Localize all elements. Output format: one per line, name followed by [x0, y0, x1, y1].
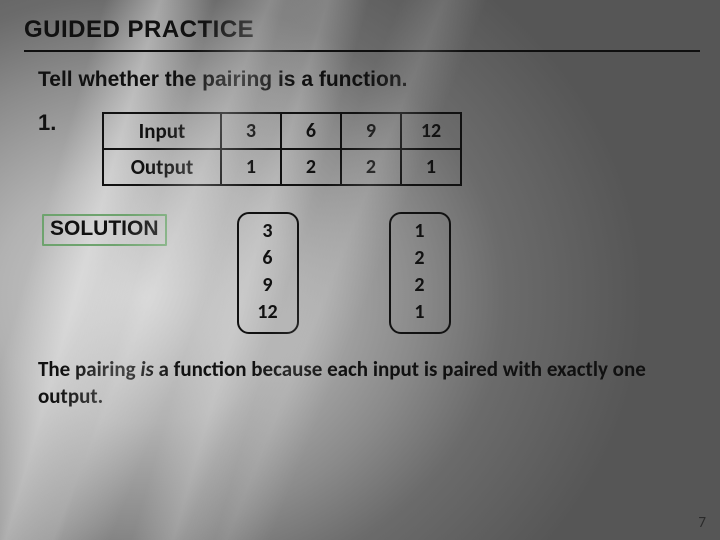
table-row: Input 3 6 9 12: [103, 113, 461, 149]
page-number: 7: [698, 514, 706, 532]
row-label-input: Input: [103, 113, 221, 149]
list-item: 12: [255, 299, 281, 326]
slide-title: GUIDED PRACTICE: [24, 16, 700, 44]
cell: 2: [341, 149, 401, 185]
explain-pre: The pairing: [38, 356, 140, 382]
cell: 9: [341, 113, 401, 149]
list-item: 2: [407, 245, 433, 272]
cell: 6: [281, 113, 341, 149]
solution-row: SOLUTION 3 6 9 12 1 2 2 1: [42, 212, 700, 334]
explanation-text: The pairing is a function because each i…: [38, 356, 690, 411]
row-label-output: Output: [103, 149, 221, 185]
list-item: 1: [407, 218, 433, 245]
table-row: Output 1 2 2 1: [103, 149, 461, 185]
list-item: 3: [255, 218, 281, 245]
question-row: 1. Input 3 6 9 12 Output 1 2 2 1: [38, 110, 700, 186]
cell: 3: [221, 113, 281, 149]
slide-content: GUIDED PRACTICE Tell whether the pairing…: [0, 0, 720, 540]
prompt-text: Tell whether the pairing is a function.: [38, 68, 700, 92]
mapping-right: 1 2 2 1: [389, 212, 451, 334]
question-number: 1.: [38, 110, 102, 136]
list-item: 6: [255, 245, 281, 272]
solution-label: SOLUTION: [42, 214, 167, 246]
cell: 12: [401, 113, 461, 149]
mapping-diagram: 3 6 9 12 1 2 2 1: [237, 212, 451, 334]
cell: 1: [401, 149, 461, 185]
explain-is: is: [140, 356, 153, 382]
list-item: 9: [255, 272, 281, 299]
io-table: Input 3 6 9 12 Output 1 2 2 1: [102, 112, 462, 186]
cell: 2: [281, 149, 341, 185]
title-underline: [24, 50, 700, 52]
list-item: 1: [407, 299, 433, 326]
list-item: 2: [407, 272, 433, 299]
mapping-left: 3 6 9 12: [237, 212, 299, 334]
slide: GUIDED PRACTICE Tell whether the pairing…: [0, 0, 720, 540]
cell: 1: [221, 149, 281, 185]
